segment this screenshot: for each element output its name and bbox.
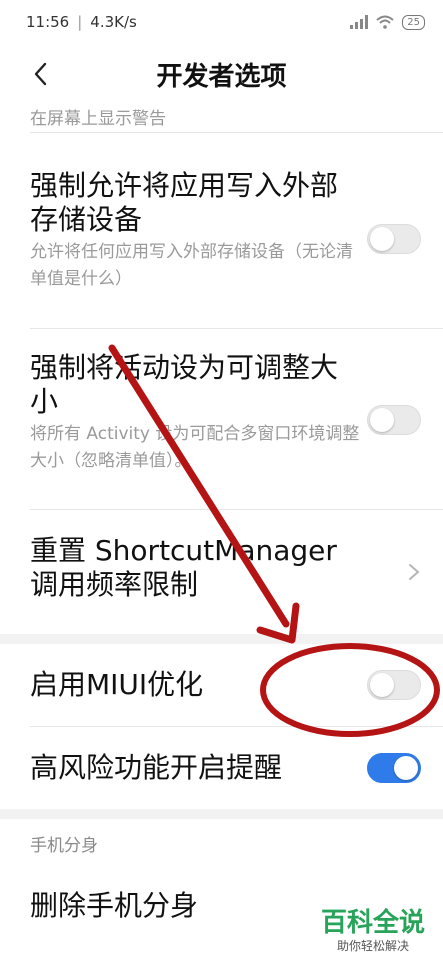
item-description: 将所有 Activity 设为可配合多窗口环境调整大小（忽略清单值）。 [30, 424, 360, 471]
setting-force-resizable[interactable]: 强制将活动设为可调整大小 将所有 Activity 设为可配合多窗口环境调整大小… [0, 329, 443, 509]
section-gap [0, 634, 443, 644]
toggle-switch[interactable] [367, 224, 421, 254]
toggle-switch[interactable] [367, 753, 421, 783]
signal-icon [350, 15, 369, 29]
section-header: 手机分身 [30, 836, 98, 856]
item-title: 强制允许将应用写入外部存储设备 [30, 169, 339, 236]
status-time: 11:56 [26, 13, 70, 31]
item-title: 启用MIUI优化 [30, 668, 204, 701]
item-title: 删除手机分身 [30, 889, 199, 922]
wifi-icon [376, 15, 394, 29]
toggle-knob [370, 408, 394, 432]
setting-high-risk-reminder[interactable]: 高风险功能开启提醒 [0, 727, 443, 809]
watermark-title: 百科全说 [320, 908, 425, 938]
battery-indicator: 25 [402, 14, 425, 30]
section-gap [0, 809, 443, 819]
partial-description: 在屏幕上显示警告 [30, 109, 166, 129]
status-separator: | [77, 13, 83, 31]
item-title: 重置 ShortcutManager 调用频率限制 [30, 534, 337, 601]
back-arrow-icon[interactable] [28, 60, 56, 88]
toggle-switch[interactable] [367, 670, 421, 700]
watermark-subtitle: 助你轻松解决 [336, 939, 409, 953]
page-title: 开发者选项 [156, 61, 287, 92]
toggle-switch[interactable] [367, 405, 421, 435]
item-description: 允许将任何应用写入外部存储设备（无论清单值是什么） [30, 242, 353, 289]
toggle-knob [394, 756, 418, 780]
setting-miui-optimization[interactable]: 启用MIUI优化 [0, 644, 443, 726]
network-speed: 4.3K/s [90, 13, 137, 31]
status-bar: 11:56 | 4.3K/s 25 [0, 0, 443, 44]
setting-force-external-storage[interactable]: 强制允许将应用写入外部存储设备 允许将任何应用写入外部存储设备（无论清单值是什么… [0, 133, 443, 328]
toggle-knob [370, 673, 394, 697]
watermark: 百科全说 助你轻松解决 [317, 908, 429, 954]
item-title: 高风险功能开启提醒 [30, 751, 283, 784]
chevron-right-icon [409, 564, 420, 580]
item-title: 强制将活动设为可调整大小 [30, 351, 339, 418]
setting-reset-shortcut-manager[interactable]: 重置 ShortcutManager 调用频率限制 [0, 510, 443, 634]
header: 开发者选项 [0, 44, 443, 104]
settings-list[interactable]: 在屏幕上显示警告 强制允许将应用写入外部存储设备 允许将任何应用写入外部存储设备… [0, 96, 443, 951]
toggle-knob [370, 227, 394, 251]
